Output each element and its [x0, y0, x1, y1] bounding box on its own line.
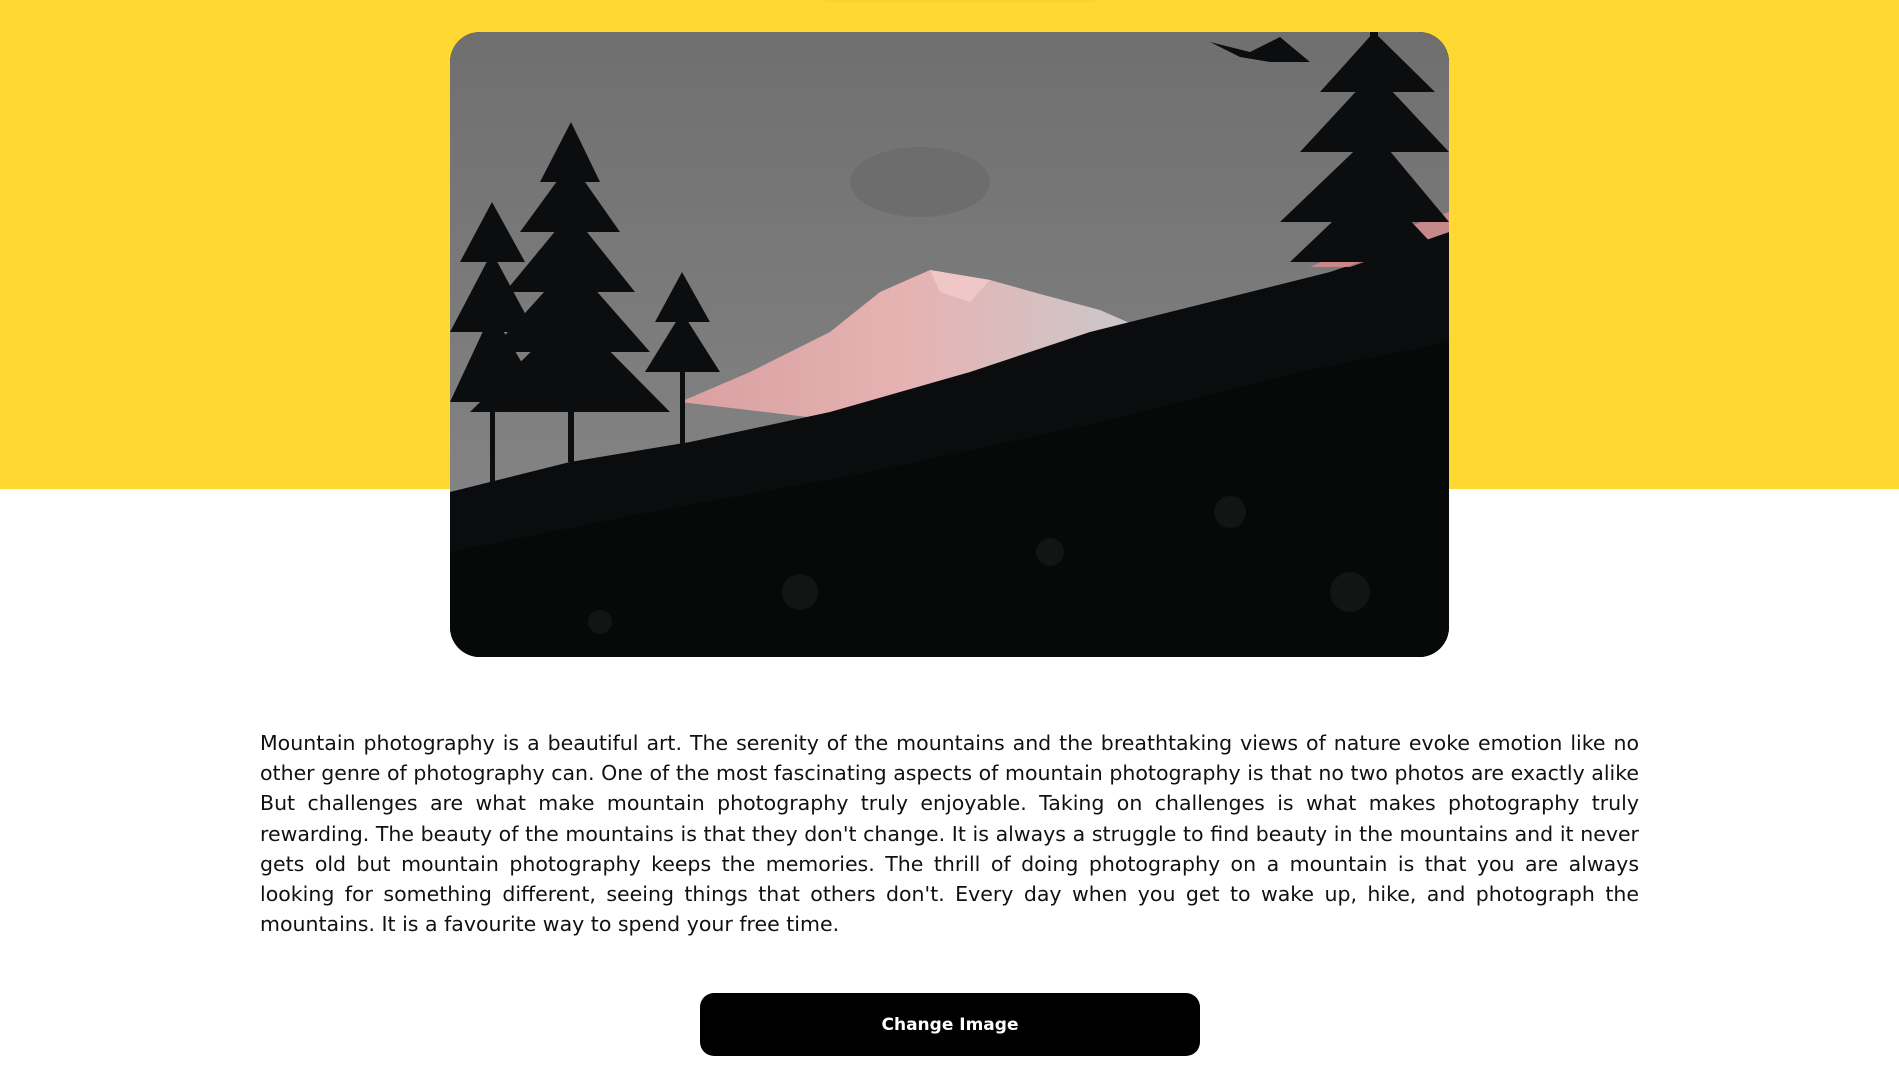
mountain-photo	[450, 32, 1449, 657]
mountain-photo-graphic	[450, 32, 1449, 657]
description-text: Mountain photography is a beautiful art.…	[260, 731, 1639, 937]
page: Mountain photography is a beautiful art.…	[0, 0, 1899, 1080]
top-tab	[820, 0, 1100, 2]
change-image-button[interactable]: Change Image	[700, 993, 1200, 1056]
